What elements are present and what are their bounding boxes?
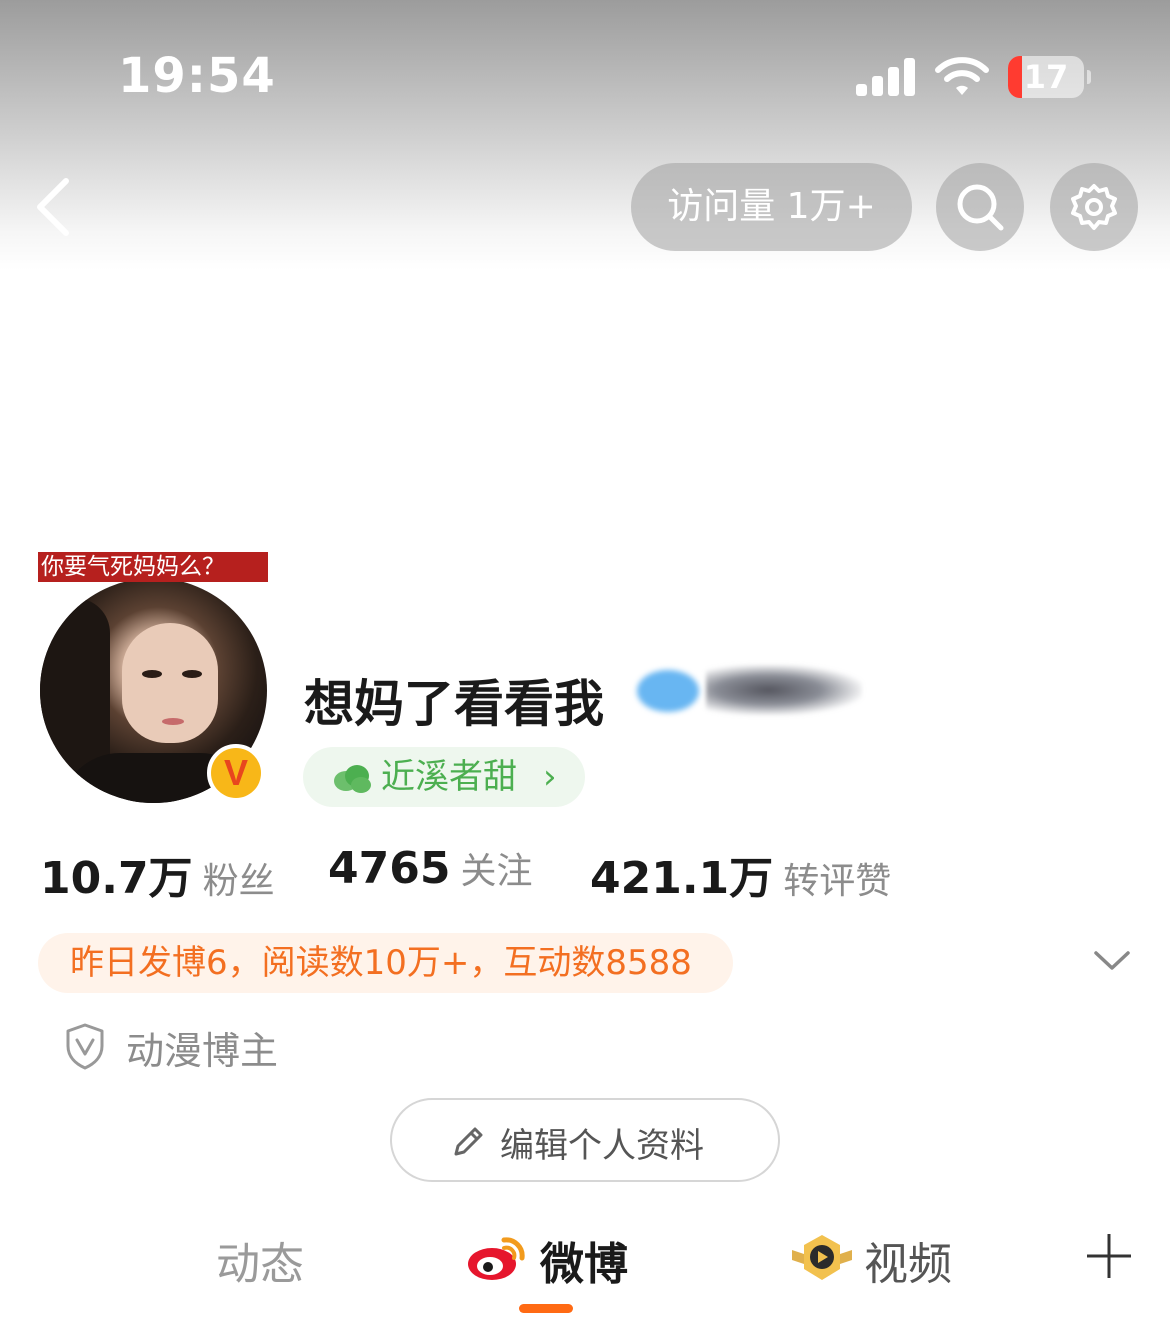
tab-label: 视频	[864, 1239, 952, 1290]
search-icon	[957, 184, 1004, 231]
gear-icon	[1071, 184, 1117, 230]
redacted-badge	[637, 670, 699, 712]
edit-profile-button[interactable]: 编辑个人资料	[390, 1098, 780, 1182]
signal-icon	[856, 58, 916, 96]
tab-dynamic[interactable]: 动态	[216, 1228, 304, 1290]
stat-following[interactable]: 4765 关注	[328, 842, 532, 894]
shield-icon	[66, 1023, 104, 1070]
redacted-content	[706, 665, 862, 715]
settings-button[interactable]	[1050, 163, 1138, 251]
stat-interactions[interactable]: 421.1万 转评赞	[590, 842, 891, 906]
active-tab-indicator	[519, 1304, 573, 1313]
video-channel-icon	[792, 1235, 852, 1280]
avatar-caption: 你要气死妈妈么？	[38, 552, 268, 582]
verified-badge-icon: V	[207, 744, 265, 802]
battery-tip	[1087, 70, 1091, 84]
wifi-icon	[935, 57, 989, 95]
activity-summary[interactable]: 昨日发博6，阅读数10万+，互动数8588	[38, 933, 733, 993]
edit-profile-label: 编辑个人资料	[500, 1126, 704, 1166]
super-topic-tag[interactable]: 近溪者甜 ›	[303, 747, 585, 807]
username: 想妈了看看我	[304, 675, 604, 733]
chevron-down-icon[interactable]	[1092, 948, 1132, 974]
tab-label: 动态	[216, 1239, 304, 1290]
pencil-icon	[454, 1127, 483, 1156]
chevron-right-icon: ›	[543, 757, 557, 797]
cloud-icon	[334, 765, 371, 793]
visits-count-button[interactable]: 访问量 1万+	[631, 163, 912, 251]
stat-followers[interactable]: 10.7万 粉丝	[40, 842, 275, 906]
plus-icon[interactable]	[1085, 1232, 1133, 1280]
status-time: 19:54	[118, 48, 276, 104]
search-button[interactable]	[936, 163, 1024, 251]
tag-label: 近溪者甜	[381, 757, 517, 797]
battery-level: 17	[1023, 58, 1069, 96]
tab-label: 微博	[540, 1239, 628, 1290]
category-label: 动漫博主	[126, 1029, 279, 1073]
battery-icon: 17	[1008, 56, 1084, 98]
back-icon[interactable]	[30, 175, 80, 239]
weibo-logo-icon	[468, 1237, 525, 1280]
